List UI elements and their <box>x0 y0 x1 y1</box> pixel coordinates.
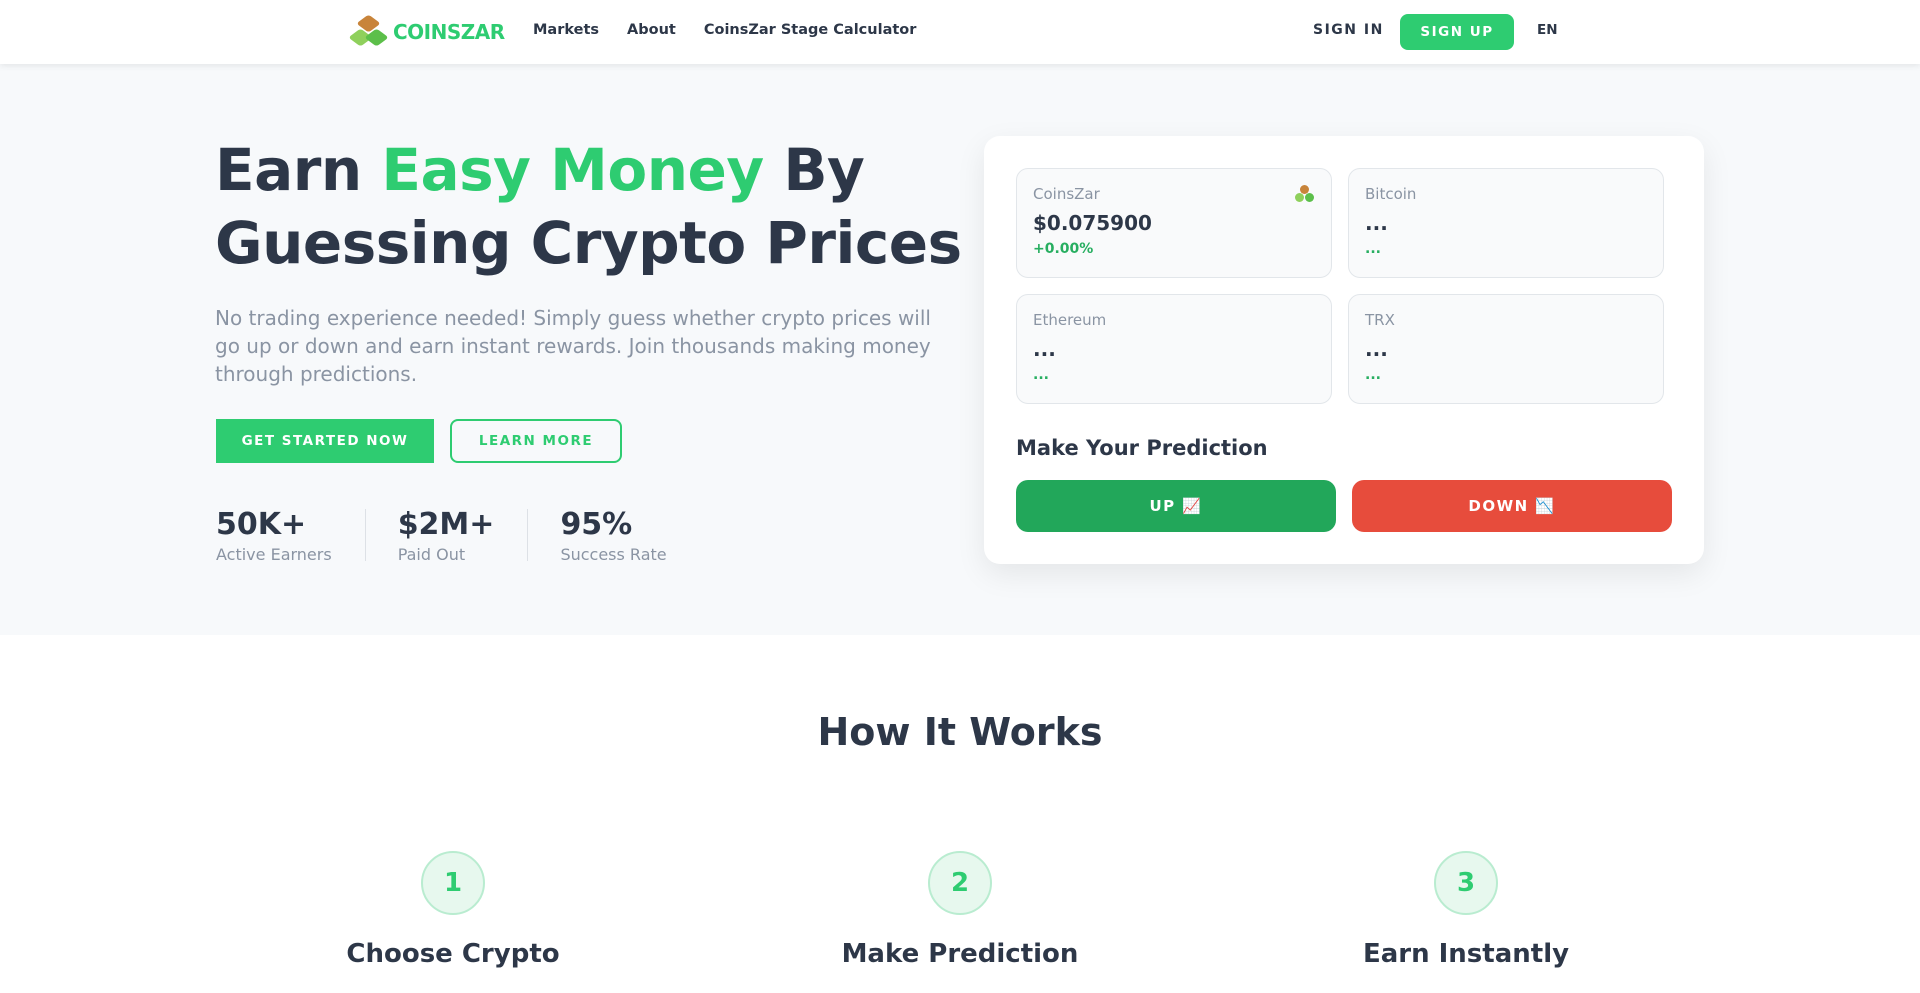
sign-up-button[interactable]: SIGN UP <box>1400 14 1514 50</box>
learn-more-button[interactable]: LEARN MORE <box>450 419 622 463</box>
coin-name: TRX <box>1365 311 1395 329</box>
stat-active-earners: 50K+ Active Earners <box>216 507 366 564</box>
headline-part-1: Earn <box>215 136 382 204</box>
step-number: 1 <box>421 851 485 915</box>
hero-section: Earn Easy Money By Guessing Crypto Price… <box>0 64 1920 635</box>
sign-in-link[interactable]: SIGN IN <box>1313 22 1384 38</box>
coinszar-icon <box>1295 185 1315 205</box>
stat-paid-out: $2M+ Paid Out <box>397 507 529 564</box>
nav-links: Markets About CoinsZar Stage Calculator <box>533 22 916 38</box>
nav-link-markets[interactable]: Markets <box>533 22 599 38</box>
coin-price: ... <box>1365 337 1388 361</box>
step-title: Earn Instantly <box>1362 939 1570 969</box>
prediction-title: Make Your Prediction <box>1016 436 1268 460</box>
language-selector[interactable]: EN <box>1537 22 1558 38</box>
coin-name: CoinsZar <box>1033 185 1100 203</box>
step-title: Choose Crypto <box>346 939 560 969</box>
stat-value: 95% <box>560 507 633 542</box>
headline-part-2: By <box>763 136 865 204</box>
coin-price: $0.075900 <box>1033 211 1152 235</box>
coin-change: ... <box>1365 241 1381 257</box>
step-choose-crypto: 1 Choose Crypto <box>253 851 653 969</box>
stat-label: Paid Out <box>397 545 466 564</box>
stat-success-rate: 95% Success Rate <box>560 507 667 565</box>
coin-price: ... <box>1365 211 1388 235</box>
step-make-prediction: 2 Make Prediction <box>760 851 1160 969</box>
predict-up-button[interactable]: UP 📈 <box>1016 480 1336 532</box>
prediction-card: CoinsZar $0.075900 +0.00% Bitcoin ... ..… <box>984 136 1704 564</box>
step-number: 3 <box>1434 851 1498 915</box>
stat-value: 50K+ <box>216 507 307 542</box>
coin-name: Ethereum <box>1033 311 1107 329</box>
stat-value: $2M+ <box>397 507 495 542</box>
top-navbar: COINSZAR Markets About CoinsZar Stage Ca… <box>0 0 1920 64</box>
headline-line-2: Guessing Crypto Prices <box>215 209 962 277</box>
logo-text: COINSZAR <box>393 20 505 44</box>
nav-link-stage-calculator[interactable]: CoinsZar Stage Calculator <box>704 22 917 38</box>
coin-change: ... <box>1365 367 1381 383</box>
coin-name: Bitcoin <box>1365 185 1417 203</box>
nav-link-about[interactable]: About <box>627 22 676 38</box>
stat-label: Success Rate <box>560 545 667 564</box>
stat-label: Active Earners <box>216 545 332 564</box>
coin-card-trx[interactable]: TRX ... ... <box>1348 294 1664 404</box>
hero-subtext: No trading experience needed! Simply gue… <box>215 306 931 386</box>
hero-stats: 50K+ Active Earners $2M+ Paid Out 95% Su… <box>216 507 667 565</box>
step-earn-instantly: 3 Earn Instantly <box>1266 851 1666 969</box>
step-title: Make Prediction <box>841 939 1079 969</box>
hero-headline: Earn Easy Money By Guessing Crypto Price… <box>215 134 962 280</box>
coin-price: ... <box>1033 337 1056 361</box>
coin-change: ... <box>1033 367 1049 383</box>
logo-link[interactable]: COINSZAR <box>348 14 505 49</box>
coin-card-ethereum[interactable]: Ethereum ... ... <box>1016 294 1332 404</box>
coin-change: +0.00% <box>1033 241 1094 257</box>
get-started-button[interactable]: GET STARTED NOW <box>216 419 434 463</box>
coinszar-logo-icon <box>348 14 389 49</box>
coin-card-coinszar[interactable]: CoinsZar $0.075900 +0.00% <box>1016 168 1332 278</box>
predict-down-button[interactable]: DOWN 📉 <box>1352 480 1672 532</box>
step-number: 2 <box>928 851 992 915</box>
how-it-works-title: How It Works <box>817 710 1103 754</box>
headline-accent: Easy Money <box>381 136 764 204</box>
coin-card-bitcoin[interactable]: Bitcoin ... ... <box>1348 168 1664 278</box>
